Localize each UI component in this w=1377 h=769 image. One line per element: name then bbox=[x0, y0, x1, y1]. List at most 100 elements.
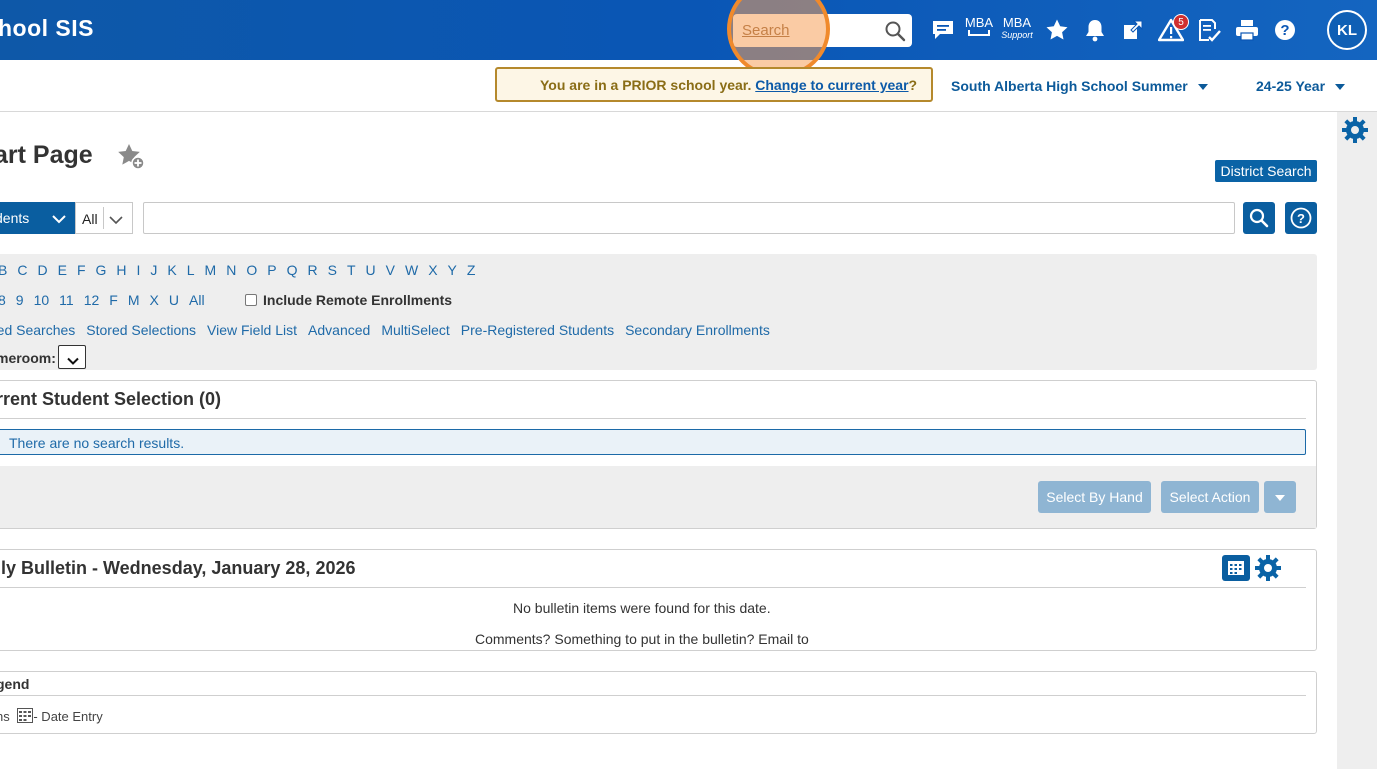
alpha-filter-link[interactable]: P bbox=[267, 262, 276, 278]
svg-text:?: ? bbox=[1280, 22, 1289, 39]
user-avatar[interactable]: KL bbox=[1327, 10, 1367, 50]
page-title: art Page bbox=[0, 141, 93, 169]
search-scope-dropdown[interactable]: All bbox=[75, 202, 133, 234]
search-submit-button[interactable] bbox=[1243, 202, 1275, 234]
search-option-link[interactable]: red Searches bbox=[0, 322, 75, 338]
grade-filter-link[interactable]: 8 bbox=[0, 292, 6, 308]
alpha-filter-link[interactable]: Z bbox=[467, 262, 476, 278]
grade-filter-link[interactable]: M bbox=[128, 292, 140, 308]
alpha-filter-link[interactable]: H bbox=[116, 262, 126, 278]
divider bbox=[0, 587, 1306, 588]
calendar-button[interactable] bbox=[1222, 555, 1250, 581]
alpha-filter-link[interactable]: U bbox=[366, 262, 376, 278]
alpha-filter-link[interactable]: X bbox=[428, 262, 437, 278]
no-results-message: There are no search results. bbox=[0, 429, 1306, 455]
grade-filter-link[interactable]: All bbox=[189, 292, 205, 308]
message-icon[interactable] bbox=[929, 16, 957, 44]
mba-label: MBA bbox=[964, 15, 994, 30]
homeroom-label: meroom: bbox=[0, 350, 56, 366]
legend-prefix: ns bbox=[0, 709, 10, 724]
search-option-link[interactable]: Stored Selections bbox=[86, 322, 196, 338]
print-icon[interactable] bbox=[1233, 16, 1261, 44]
chevron-down-icon bbox=[109, 212, 123, 228]
alpha-filter-link[interactable]: G bbox=[96, 262, 107, 278]
alpha-filter-link[interactable]: W bbox=[405, 262, 418, 278]
student-search-input[interactable] bbox=[143, 202, 1235, 234]
star-icon[interactable] bbox=[1043, 16, 1071, 44]
edit-document-icon[interactable] bbox=[1195, 16, 1223, 44]
grade-filter-link[interactable]: 9 bbox=[16, 292, 24, 308]
search-option-link[interactable]: Advanced bbox=[308, 322, 370, 338]
alpha-filter-link[interactable]: B bbox=[0, 262, 7, 278]
mba-support-sub: Support bbox=[1001, 30, 1033, 40]
homeroom-select[interactable] bbox=[58, 345, 86, 369]
dropdown-divider bbox=[103, 207, 104, 229]
mba-icon[interactable]: MBA bbox=[963, 15, 995, 36]
alpha-filter-link[interactable]: C bbox=[17, 262, 27, 278]
alpha-filter-link[interactable]: Q bbox=[287, 262, 298, 278]
legend-title: gend bbox=[0, 676, 30, 692]
alpha-filter-link[interactable]: M bbox=[205, 262, 217, 278]
alpha-filter-link[interactable]: K bbox=[167, 262, 176, 278]
select-action-button[interactable]: Select Action bbox=[1161, 481, 1259, 513]
change-to-current-year-link[interactable]: Change to current year bbox=[755, 77, 908, 93]
search-type-dropdown[interactable]: dents bbox=[0, 202, 75, 234]
grade-filter-link[interactable]: X bbox=[150, 292, 159, 308]
alpha-filter-link[interactable]: N bbox=[226, 262, 236, 278]
select-action-menu-button[interactable] bbox=[1264, 481, 1296, 513]
search-option-link[interactable]: Secondary Enrollments bbox=[625, 322, 770, 338]
include-remote-label: Include Remote Enrollments bbox=[263, 292, 453, 308]
alpha-filter-link[interactable]: Y bbox=[448, 262, 457, 278]
current-selection-title: rrent Student Selection (0) bbox=[0, 389, 222, 409]
search-placeholder: Search bbox=[742, 22, 790, 39]
alpha-filter-link[interactable]: F bbox=[77, 262, 86, 278]
alpha-filter-link[interactable]: E bbox=[58, 262, 67, 278]
legend-date-entry: - Date Entry bbox=[33, 709, 103, 724]
search-type-value: dents bbox=[0, 210, 30, 226]
prior-year-text: You are in a PRIOR school year. bbox=[540, 77, 752, 93]
caret-down-icon bbox=[1275, 495, 1285, 502]
alpha-filter-link[interactable]: V bbox=[386, 262, 395, 278]
add-favorite-star-icon[interactable] bbox=[116, 142, 146, 177]
mba-tray-icon bbox=[968, 30, 990, 36]
include-remote-checkbox[interactable] bbox=[245, 294, 257, 306]
include-remote-enrollments[interactable]: Include Remote Enrollments bbox=[245, 292, 452, 308]
district-search-button[interactable]: District Search bbox=[1215, 160, 1317, 182]
alpha-filter-link[interactable]: D bbox=[37, 262, 47, 278]
search-option-link[interactable]: Pre-Registered Students bbox=[461, 322, 614, 338]
global-search-input[interactable]: Search bbox=[733, 14, 912, 47]
mba-support-icon[interactable]: MBA Support bbox=[1001, 15, 1033, 41]
mba-support-label: MBA bbox=[1002, 15, 1032, 30]
search-option-link[interactable]: View Field List bbox=[207, 322, 297, 338]
alpha-filter-link[interactable]: I bbox=[137, 262, 141, 278]
alpha-filter-link[interactable]: S bbox=[328, 262, 337, 278]
grade-filter-link[interactable]: 10 bbox=[34, 292, 50, 308]
bell-icon[interactable] bbox=[1081, 16, 1109, 44]
search-icon[interactable] bbox=[884, 20, 906, 42]
gear-icon[interactable] bbox=[1341, 116, 1369, 149]
alpha-filter-link[interactable]: J bbox=[150, 262, 157, 278]
school-selector[interactable]: South Alberta High School Summer bbox=[951, 78, 1208, 94]
alpha-filter-link[interactable]: O bbox=[246, 262, 257, 278]
year-selector[interactable]: 24-25 Year bbox=[1256, 78, 1346, 94]
bulletin-empty-message: No bulletin items were found for this da… bbox=[513, 600, 771, 616]
grade-filter-link[interactable]: U bbox=[169, 292, 179, 308]
alert-count-badge: 5 bbox=[1173, 14, 1189, 30]
alpha-filter-link[interactable]: L bbox=[187, 262, 195, 278]
external-link-icon[interactable] bbox=[1119, 16, 1147, 44]
alpha-filter-link[interactable]: T bbox=[347, 262, 356, 278]
grade-filter-link[interactable]: 11 bbox=[59, 292, 74, 308]
chevron-down-icon bbox=[67, 353, 79, 371]
alpha-filter-link[interactable]: R bbox=[307, 262, 317, 278]
svg-text:?: ? bbox=[1297, 211, 1305, 226]
grade-filter-link[interactable]: 12 bbox=[84, 292, 100, 308]
select-by-hand-button[interactable]: Select By Hand bbox=[1038, 481, 1151, 513]
grade-filter-link[interactable]: F bbox=[109, 292, 118, 308]
bulletin-settings-gear-icon[interactable] bbox=[1254, 554, 1282, 587]
search-option-link[interactable]: MultiSelect bbox=[381, 322, 449, 338]
year-selector-label: 24-25 Year bbox=[1256, 78, 1326, 94]
bulletin-comments-text: Comments? Something to put in the bullet… bbox=[475, 631, 809, 647]
help-icon[interactable]: ? bbox=[1271, 16, 1299, 44]
help-icon: ? bbox=[1290, 207, 1312, 229]
search-help-button[interactable]: ? bbox=[1285, 202, 1317, 234]
